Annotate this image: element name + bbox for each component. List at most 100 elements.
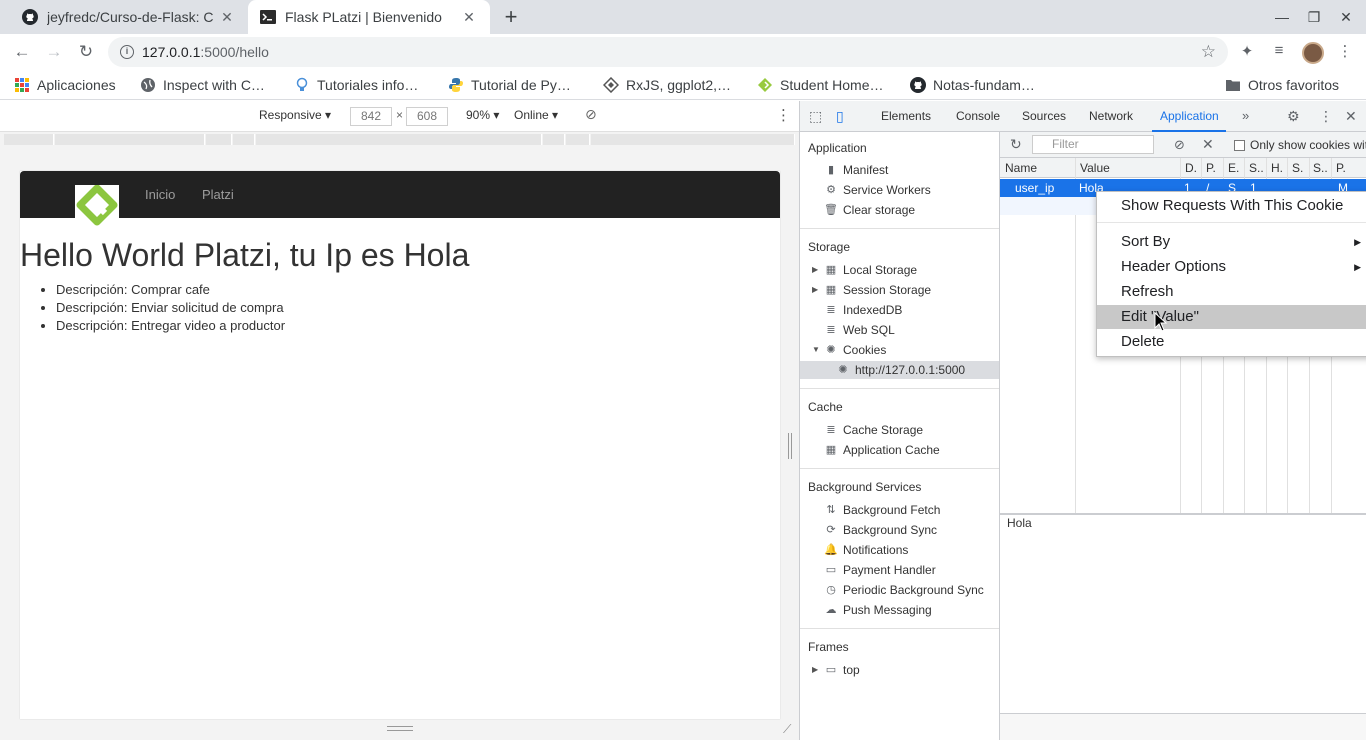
viewport-resize-handle-right[interactable] <box>788 433 792 459</box>
device-toggle-icon[interactable]: ▯ <box>836 108 844 125</box>
close-tab-icon[interactable]: ✕ <box>460 9 478 26</box>
only-show-cookies-checkbox[interactable]: Only show cookies wit <box>1234 138 1366 152</box>
close-devtools-icon[interactable]: ✕ <box>1345 108 1357 125</box>
viewport-resize-corner-icon[interactable]: ⟋ <box>783 722 791 737</box>
ruler-cell[interactable] <box>4 134 54 145</box>
expand-triangle-icon[interactable]: ▶ <box>812 265 818 274</box>
forward-icon[interactable]: → <box>41 39 67 65</box>
sidebar-item-clear-storage[interactable]: 🗑 Clear storage <box>824 201 915 219</box>
bookmark-python[interactable]: Tutorial de Py… <box>448 76 571 94</box>
sidebar-item-local-storage[interactable]: ▦ Local Storage <box>824 261 917 279</box>
tab-network[interactable]: Network <box>1089 109 1133 123</box>
bookmark-tutoriales[interactable]: Tutoriales info… <box>294 76 418 94</box>
column-header[interactable]: E. <box>1228 161 1239 175</box>
settings-gear-icon[interactable]: ⚙ <box>1287 108 1300 125</box>
column-header[interactable]: Value <box>1080 161 1110 175</box>
menu-item-edit-value[interactable]: Edit "Value" <box>1097 305 1366 329</box>
ruler-cell[interactable] <box>206 134 232 145</box>
checkbox-box[interactable] <box>1234 139 1245 151</box>
sidebar-item-service-workers[interactable]: ⚙ Service Workers <box>824 181 931 199</box>
address-bar[interactable]: i 127.0.0.1:5000/hello ☆ <box>108 37 1228 67</box>
reload-icon[interactable]: ↻ <box>73 39 99 65</box>
more-options-icon[interactable]: ⋮ <box>776 106 791 124</box>
bookmark-star-icon[interactable]: ☆ <box>1201 42 1216 62</box>
zoom-select[interactable]: 90% ▾ <box>466 108 499 122</box>
nav-link-platzi[interactable]: Platzi <box>202 187 234 202</box>
ruler-cell[interactable] <box>233 134 255 145</box>
delete-selected-icon[interactable]: ✕ <box>1202 136 1214 153</box>
menu-kebab-icon[interactable]: ⋮ <box>1334 42 1356 64</box>
width-input[interactable]: 842 <box>350 107 392 126</box>
sidebar-item-background-fetch[interactable]: ⇅ Background Fetch <box>824 501 940 519</box>
collapse-triangle-icon[interactable]: ▼ <box>812 345 820 354</box>
window-close-icon[interactable]: ✕ <box>1332 6 1360 28</box>
sidebar-item-application-cache[interactable]: ▦ Application Cache <box>824 441 940 459</box>
ruler-cell[interactable] <box>543 134 565 145</box>
tab-flask[interactable]: Flask PLatzi | Bienvenido ✕ <box>248 0 490 34</box>
customize-kebab-icon[interactable]: ⋮ <box>1319 108 1333 125</box>
site-info-icon[interactable]: i <box>120 45 134 59</box>
bookmark-inspect[interactable]: Inspect with C… <box>140 76 265 94</box>
extensions-icon[interactable]: ✦ <box>1236 42 1258 64</box>
detail-divider[interactable] <box>1000 513 1366 515</box>
network-select[interactable]: Online ▾ <box>514 108 558 122</box>
ruler-cell[interactable] <box>566 134 590 145</box>
column-header[interactable]: P. <box>1206 161 1216 175</box>
sidebar-item-cache-storage[interactable]: ≣ Cache Storage <box>824 421 923 439</box>
media-queue-icon[interactable]: ≡ <box>1268 42 1290 64</box>
tab-github[interactable]: jeyfredc/Curso-de-Flask: C ✕ <box>10 0 248 34</box>
menu-item-refresh[interactable]: Refresh <box>1097 280 1366 304</box>
sidebar-item-manifest[interactable]: ▮ Manifest <box>824 161 888 179</box>
tab-sources[interactable]: Sources <box>1022 109 1066 123</box>
tab-console[interactable]: Console <box>956 109 1000 123</box>
sidebar-item-periodic-background-sync[interactable]: ◷ Periodic Background Sync <box>824 581 984 599</box>
column-header[interactable]: H. <box>1271 161 1283 175</box>
close-tab-icon[interactable]: ✕ <box>218 9 236 26</box>
sidebar-item-frame-top[interactable]: ▭ top <box>824 661 860 679</box>
bookmark-apps[interactable]: Aplicaciones <box>14 76 116 94</box>
sidebar-item-background-sync[interactable]: ⟳ Background Sync <box>824 521 937 539</box>
bookmark-notas[interactable]: Notas-fundam… <box>910 76 1035 94</box>
sidebar-item-session-storage[interactable]: ▦ Session Storage <box>824 281 931 299</box>
column-header[interactable]: D. <box>1185 161 1197 175</box>
inspect-element-icon[interactable]: ⬚ <box>809 108 822 125</box>
sidebar-item-push-messaging[interactable]: ☁ Push Messaging <box>824 601 932 619</box>
filter-input[interactable]: Filter <box>1032 135 1154 154</box>
back-icon[interactable]: ← <box>9 39 35 65</box>
sidebar-item-cookie-origin[interactable]: ✺ http://127.0.0.1:5000 <box>800 361 999 379</box>
ruler-cell[interactable] <box>591 134 795 145</box>
menu-item-delete[interactable]: Delete <box>1097 330 1366 354</box>
menu-item-sort-by[interactable]: Sort By ▶ <box>1097 230 1366 254</box>
tab-application[interactable]: Application <box>1160 109 1219 123</box>
minimize-icon[interactable]: — <box>1268 6 1296 28</box>
sidebar-item-indexeddb[interactable]: ≣ IndexedDB <box>824 301 902 319</box>
clear-all-icon[interactable]: ⊘ <box>1174 137 1185 153</box>
menu-item-show-requests[interactable]: Show Requests With This Cookie <box>1097 194 1366 218</box>
column-header[interactable]: P. <box>1336 161 1346 175</box>
bookmark-student[interactable]: Student Home… <box>757 76 884 94</box>
tab-elements[interactable]: Elements <box>881 109 931 123</box>
ruler-cell[interactable] <box>55 134 205 145</box>
device-mode-select[interactable]: Responsive ▾ <box>259 108 331 122</box>
platzi-logo[interactable] <box>75 184 119 229</box>
ruler-cell[interactable] <box>256 134 542 145</box>
avatar[interactable] <box>1302 42 1324 64</box>
column-header[interactable]: S.. <box>1313 161 1328 175</box>
bookmark-rxjs[interactable]: RxJS, ggplot2,… <box>602 76 731 94</box>
new-tab-button[interactable]: + <box>498 4 524 30</box>
height-input[interactable]: 608 <box>406 107 448 126</box>
sidebar-item-payment-handler[interactable]: ▭ Payment Handler <box>824 561 936 579</box>
more-tabs-icon[interactable]: » <box>1242 108 1249 123</box>
column-header[interactable]: S. <box>1292 161 1303 175</box>
rotate-icon[interactable]: ⊘ <box>585 106 597 123</box>
sidebar-item-cookies[interactable]: ✺ Cookies <box>824 341 886 359</box>
other-bookmarks[interactable]: Otros favoritos <box>1225 76 1339 94</box>
sidebar-item-notifications[interactable]: 🔔 Notifications <box>824 541 908 559</box>
viewport-resize-handle-bottom[interactable] <box>387 726 413 731</box>
restore-icon[interactable]: ❐ <box>1300 6 1328 28</box>
nav-link-inicio[interactable]: Inicio <box>145 187 175 202</box>
refresh-icon[interactable]: ↻ <box>1010 136 1022 153</box>
expand-triangle-icon[interactable]: ▶ <box>812 285 818 294</box>
expand-triangle-icon[interactable]: ▶ <box>812 665 818 674</box>
column-header[interactable]: S.. <box>1249 161 1264 175</box>
